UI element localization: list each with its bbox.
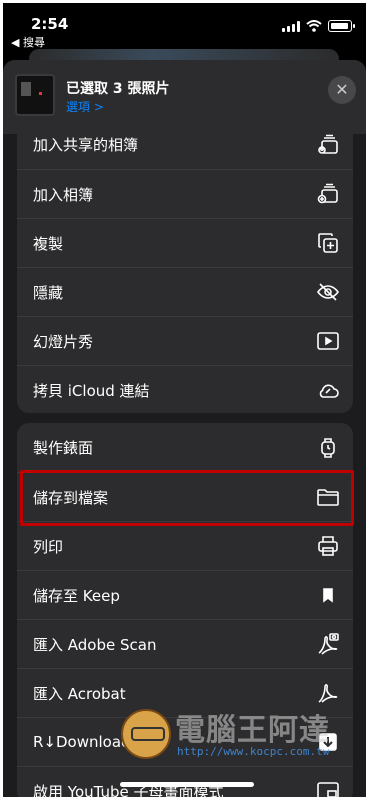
selection-title: 已選取 3 張照片 [66,81,170,97]
action-label: 加入共享的相簿 [33,136,139,154]
home-indicator[interactable] [120,782,254,787]
action-import-adobe-scan[interactable]: 匯入 Adobe Scan [17,619,353,668]
printer-icon [315,533,341,559]
status-icons [282,20,355,32]
action-add-to-shared-album[interactable]: 加入共享的相簿 [17,120,353,169]
action-label: R↓Download [33,733,131,751]
back-to-search-link[interactable]: ◀ 搜尋 [11,34,45,50]
pip-icon [315,778,341,797]
slideshow-play-icon [315,328,341,354]
cellular-signal-icon [282,20,300,32]
shared-album-icon [315,132,341,158]
action-label: 隱藏 [33,283,64,302]
save-to-files-highlight [20,470,354,526]
close-button[interactable]: ✕ [328,76,356,104]
icloud-link-icon [315,377,341,403]
selected-photos-thumbnail [15,74,55,116]
action-print[interactable]: 列印 [17,521,353,570]
action-slideshow[interactable]: 幻燈片秀 [17,316,353,365]
action-create-watch-face[interactable]: 製作錶面 [17,423,353,472]
watch-icon [315,435,341,461]
action-label: 儲存至 Keep [33,586,120,605]
action-label: 匯入 Acrobat [33,684,126,703]
action-label: 製作錶面 [33,439,94,457]
phone-screen: 2:54 ◀ 搜尋 已選取 3 張照片 選項 > ✕ 加入共享的相簿 加入相簿 … [3,3,366,797]
wifi-icon [306,20,322,32]
action-label: 匯入 Adobe Scan [33,635,157,654]
action-save-to-keep[interactable]: 儲存至 Keep [17,570,353,619]
watermark-text: 電腦王阿達 [175,713,330,748]
clock: 2:54 [31,15,69,33]
action-label: 加入相簿 [33,185,94,204]
adobe-scan-icon [315,631,341,657]
share-sheet: 已選取 3 張照片 選項 > ✕ 加入共享的相簿 加入相簿 複製 隱藏 幻燈片秀… [3,60,366,797]
action-duplicate[interactable]: 複製 [17,218,353,267]
action-label: 列印 [33,537,64,556]
action-copy-icloud-link[interactable]: 拷貝 iCloud 連結 [17,365,353,413]
duplicate-icon [315,230,341,256]
watermark-url: http://www.kocpc.com.tw [177,745,330,758]
action-hide[interactable]: 隱藏 [17,267,353,316]
hide-eye-icon [315,279,341,305]
options-link[interactable]: 選項 > [66,98,104,115]
status-bar: 2:54 ◀ 搜尋 [3,3,366,50]
bookmark-icon [315,582,341,608]
action-label: 複製 [33,234,64,253]
watermark-mascot-logo [121,709,171,759]
action-label: 拷貝 iCloud 連結 [33,381,150,400]
watermark: 電腦王阿達 http://www.kocpc.com.tw [121,703,366,767]
actions-group-photos: 加入共享的相簿 加入相簿 複製 隱藏 幻燈片秀 拷貝 iCloud 連結 [17,120,353,413]
battery-icon [328,20,355,32]
action-label: 幻燈片秀 [33,332,94,351]
action-add-to-album[interactable]: 加入相簿 [17,169,353,218]
add-album-icon [315,181,341,207]
